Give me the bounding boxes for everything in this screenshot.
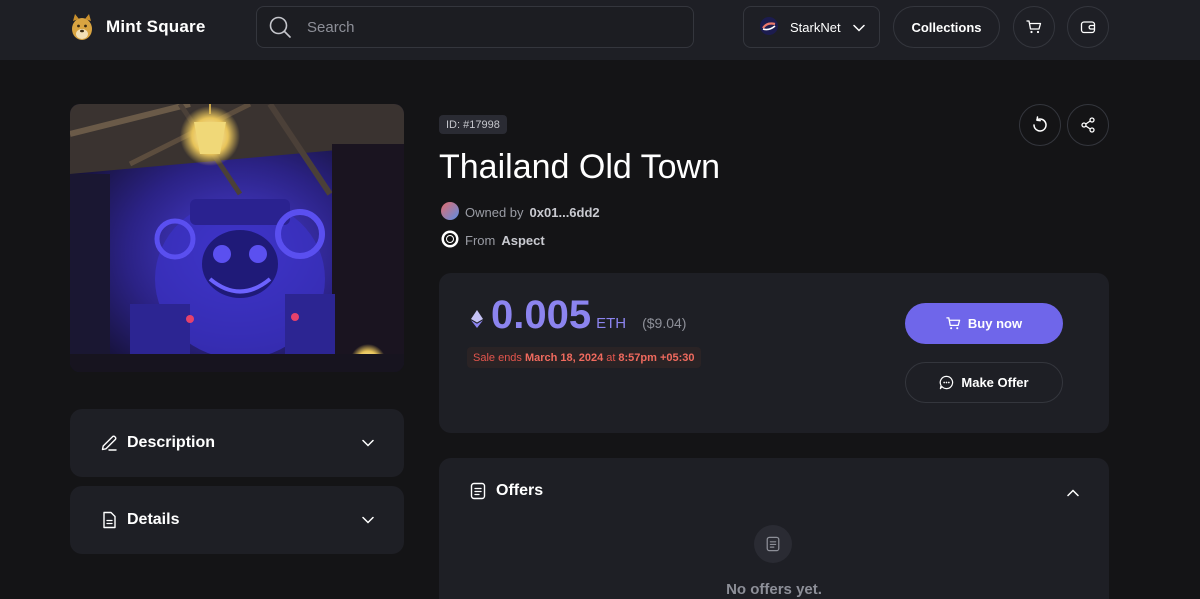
offers-header[interactable]: Offers xyxy=(469,482,543,500)
starknet-icon xyxy=(760,16,778,38)
ethereum-icon xyxy=(471,310,483,333)
owner-avatar[interactable] xyxy=(441,202,459,223)
offers-section: Offers No offers yet. xyxy=(439,458,1109,599)
collections-button[interactable]: Collections xyxy=(893,6,1000,48)
owner-row: Owned by 0x01...6dd2 xyxy=(441,202,600,223)
network-label: StarkNet xyxy=(790,19,841,35)
price-usd: ($9.04) xyxy=(642,315,687,331)
document-icon xyxy=(103,511,116,529)
no-offers-text: No offers yet. xyxy=(726,581,822,598)
cart-button[interactable] xyxy=(1013,6,1055,48)
refresh-icon xyxy=(1033,116,1047,132)
search-icon xyxy=(269,16,291,38)
make-offer-button[interactable]: Make Offer xyxy=(905,362,1063,403)
cart-icon xyxy=(946,317,961,330)
document-icon xyxy=(470,482,486,500)
cart-icon xyxy=(1026,20,1042,34)
price-panel: 0.005 ETH ($9.04) Sale ends March 18, 20… xyxy=(439,273,1109,433)
details-title: Details xyxy=(127,511,180,528)
collections-label: Collections xyxy=(911,19,982,35)
share-icon xyxy=(1081,117,1095,133)
top-nav: Mint Square StarkNet Collections xyxy=(0,0,1200,60)
from-label: From xyxy=(465,233,496,248)
sale-prefix: Sale ends xyxy=(473,351,522,364)
sale-date: March 18, 2024 xyxy=(524,351,604,364)
sale-time: 8:57pm +05:30 xyxy=(618,351,695,364)
collection-avatar[interactable] xyxy=(441,230,459,251)
owned-by-label: Owned by xyxy=(465,205,524,220)
brand-logo[interactable]: Mint Square xyxy=(70,13,206,41)
description-title: Description xyxy=(127,434,216,451)
network-selector[interactable]: StarkNet xyxy=(743,6,880,48)
price-value: 0.005 xyxy=(491,293,592,337)
sale-at: at xyxy=(606,351,616,364)
search-input[interactable] xyxy=(307,18,667,36)
token-id-badge: ID: #17998 xyxy=(439,115,507,134)
details-section[interactable]: Details xyxy=(70,486,404,554)
wallet-icon xyxy=(1080,21,1096,34)
sale-ends-badge: Sale ends March 18, 2024 at 8:57pm +05:3… xyxy=(467,347,701,368)
nft-image[interactable] xyxy=(70,104,404,372)
empty-offers-icon xyxy=(754,525,792,563)
doge-logo-icon xyxy=(70,13,94,41)
wallet-button[interactable] xyxy=(1067,6,1109,48)
chevron-up-icon[interactable] xyxy=(1067,484,1079,502)
make-offer-label: Make Offer xyxy=(961,375,1029,390)
owner-address-link[interactable]: 0x01...6dd2 xyxy=(530,205,600,220)
description-section[interactable]: Description xyxy=(70,409,404,477)
chat-icon xyxy=(940,375,954,390)
chevron-down-icon xyxy=(852,20,865,35)
price-unit: ETH xyxy=(596,315,627,332)
buy-now-label: Buy now xyxy=(967,316,1023,331)
refresh-button[interactable] xyxy=(1019,104,1061,146)
search-bar[interactable] xyxy=(256,6,694,48)
page-title: Thailand Old Town xyxy=(439,148,720,186)
chevron-down-icon[interactable] xyxy=(362,511,374,529)
chevron-down-icon[interactable] xyxy=(362,434,374,452)
buy-now-button[interactable]: Buy now xyxy=(905,303,1063,344)
collection-link[interactable]: Aspect xyxy=(501,233,544,248)
collection-row: From Aspect xyxy=(441,230,545,251)
price-line: 0.005 ETH ($9.04) xyxy=(471,293,686,338)
pencil-icon xyxy=(101,435,117,451)
offers-title: Offers xyxy=(496,482,544,499)
share-button[interactable] xyxy=(1067,104,1109,146)
brand-name: Mint Square xyxy=(106,17,206,36)
